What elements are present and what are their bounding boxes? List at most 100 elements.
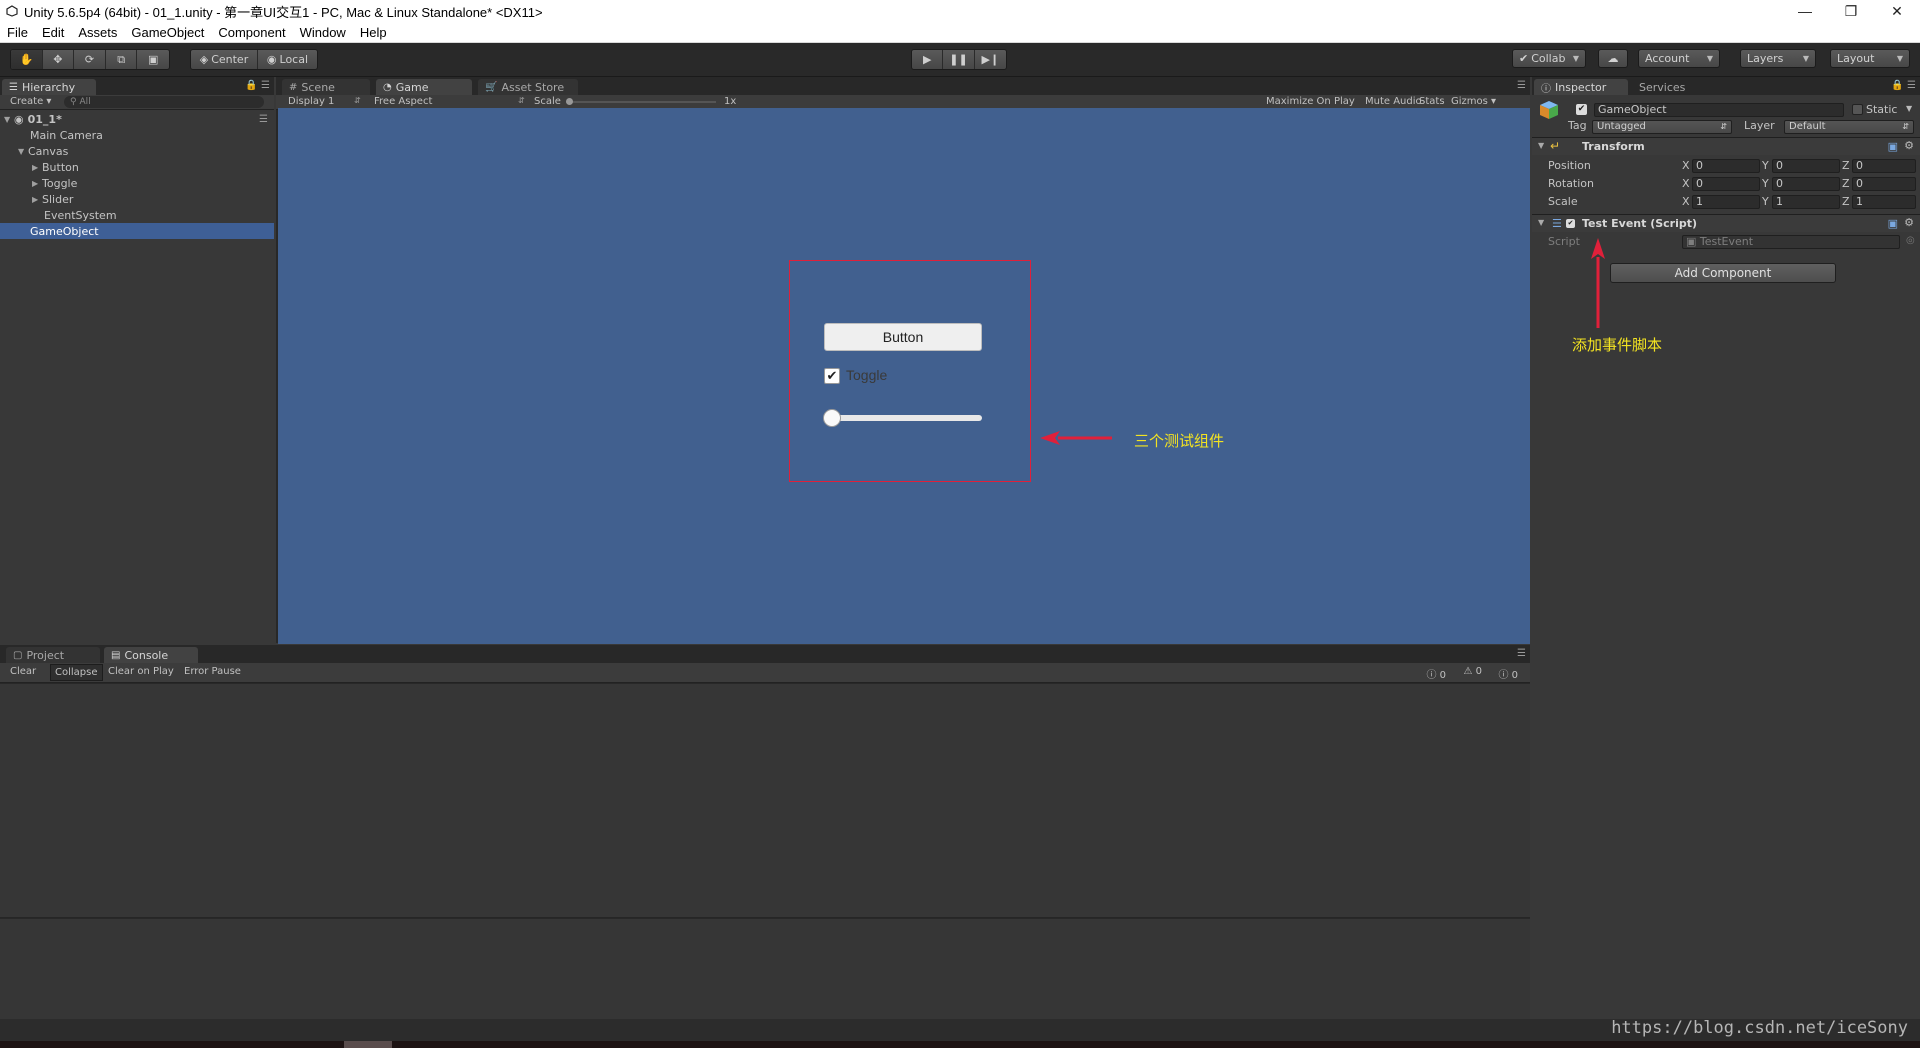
tab-game[interactable]: ◔ Game	[376, 79, 472, 95]
panel-menu-icon[interactable]: 🔒 ☰	[1891, 80, 1916, 91]
console-log-list[interactable]	[0, 684, 1530, 918]
clear-button[interactable]: Clear	[6, 666, 40, 677]
hierarchy-item-toggle[interactable]: ▶ Toggle	[0, 175, 274, 191]
scale-slider-handle[interactable]	[566, 98, 573, 105]
aspect-dropdown[interactable]: Free Aspect	[374, 96, 432, 107]
rotate-tool-icon[interactable]: ⟳	[74, 50, 106, 69]
position-y-input[interactable]: 0	[1772, 159, 1840, 173]
menu-component[interactable]: Component	[211, 25, 292, 40]
scene-row[interactable]: ▼ ◉ 01_1* ☰	[0, 111, 274, 127]
script-field[interactable]: ▣ TestEvent	[1682, 235, 1900, 249]
hierarchy-search-input[interactable]: ⚲ All	[64, 96, 264, 108]
tab-hierarchy[interactable]: ☰ Hierarchy	[2, 79, 96, 95]
cloud-icon[interactable]: ☁	[1598, 49, 1628, 68]
hierarchy-item-slider[interactable]: ▶ Slider	[0, 191, 274, 207]
expand-icon[interactable]: ▼	[18, 147, 28, 156]
collapse-icon[interactable]: ▶	[32, 179, 42, 188]
game-toggle-label[interactable]: Toggle	[846, 367, 887, 383]
collapse-icon[interactable]: ▶	[32, 195, 42, 204]
scale-y-input[interactable]: 1	[1772, 195, 1840, 209]
tab-asset-store[interactable]: 🛒 Asset Store	[478, 79, 578, 95]
warning-count-toggle[interactable]: ⚠ 0	[1463, 666, 1482, 677]
rect-tool-icon[interactable]: ▣	[137, 50, 169, 69]
game-slider-track[interactable]	[826, 415, 982, 421]
scale-z-input[interactable]: 1	[1852, 195, 1916, 209]
test-event-header[interactable]: ▼ ☰ ✔ Test Event (Script) ▣ ⚙	[1532, 214, 1920, 232]
rotation-z-input[interactable]: 0	[1852, 177, 1916, 191]
maximize-on-play-toggle[interactable]: Maximize On Play	[1266, 96, 1355, 107]
help-book-icon[interactable]: ▣	[1888, 217, 1898, 230]
menu-window[interactable]: Window	[293, 25, 353, 40]
rotation-y-input[interactable]: 0	[1772, 177, 1840, 191]
panel-menu-icon[interactable]: 🔒 ☰	[245, 80, 270, 91]
tab-inspector[interactable]: ⓘ Inspector	[1534, 79, 1628, 95]
add-component-button[interactable]: Add Component	[1610, 263, 1836, 283]
account-dropdown[interactable]: Account ▼	[1638, 49, 1720, 68]
help-book-icon[interactable]: ▣	[1888, 140, 1898, 153]
pivot-center-button[interactable]: ◈ Center	[191, 50, 258, 69]
panel-menu-icon[interactable]: ☰	[1517, 80, 1526, 91]
scale-x-input[interactable]: 1	[1692, 195, 1760, 209]
position-x-input[interactable]: 0	[1692, 159, 1760, 173]
expand-icon[interactable]: ▼	[4, 115, 14, 124]
game-button[interactable]: Button	[824, 323, 982, 351]
tab-project[interactable]: ▢ Project	[6, 647, 100, 663]
hierarchy-item-button[interactable]: ▶ Button	[0, 159, 274, 175]
layer-dropdown[interactable]: Default ⇵	[1784, 120, 1914, 134]
panel-menu-icon[interactable]: ☰	[1517, 648, 1526, 659]
tab-scene[interactable]: # Scene	[282, 79, 370, 95]
create-dropdown[interactable]: Create ▾	[10, 96, 51, 107]
enabled-checkbox[interactable]: ✔	[1566, 219, 1575, 228]
display-dropdown[interactable]: Display 1	[288, 96, 334, 107]
static-chevron-icon[interactable]: ▼	[1906, 104, 1912, 113]
game-toggle-checkbox[interactable]: ✔	[824, 368, 840, 384]
mute-audio-toggle[interactable]: Mute Audio	[1365, 96, 1422, 107]
scene-menu-icon[interactable]: ☰	[259, 114, 268, 125]
hierarchy-item-canvas[interactable]: ▼ Canvas	[0, 143, 274, 159]
tag-dropdown[interactable]: Untagged ⇵	[1592, 120, 1732, 134]
error-count-toggle[interactable]: ⓘ 0	[1498, 666, 1518, 681]
rotation-x-input[interactable]: 0	[1692, 177, 1760, 191]
active-checkbox[interactable]: ✔	[1576, 104, 1587, 115]
hand-tool-icon[interactable]: ✋	[11, 50, 43, 69]
menu-file[interactable]: File	[0, 25, 35, 40]
position-z-input[interactable]: 0	[1852, 159, 1916, 173]
collab-dropdown[interactable]: ✔ Collab ▼	[1512, 49, 1586, 68]
hierarchy-item-eventsystem[interactable]: EventSystem	[0, 207, 274, 223]
restore-button[interactable]: ❐	[1828, 0, 1874, 22]
scale-tool-icon[interactable]: ⧉	[106, 50, 138, 69]
stats-toggle[interactable]: Stats	[1419, 96, 1445, 107]
layout-dropdown[interactable]: Layout ▼	[1830, 49, 1910, 68]
minimize-button[interactable]: —	[1782, 0, 1828, 22]
expand-icon[interactable]: ▼	[1538, 141, 1544, 150]
hierarchy-item-main-camera[interactable]: Main Camera	[0, 127, 274, 143]
info-count-toggle[interactable]: ⓘ 0	[1426, 666, 1446, 681]
step-icon[interactable]: ▶❙	[975, 50, 1006, 69]
collapse-icon[interactable]: ▶	[32, 163, 42, 172]
layers-dropdown[interactable]: Layers ▼	[1740, 49, 1816, 68]
error-pause-button[interactable]: Error Pause	[180, 666, 245, 677]
gear-icon[interactable]: ⚙	[1904, 139, 1914, 152]
gear-icon[interactable]: ⚙	[1904, 216, 1914, 229]
pivot-local-button[interactable]: ◉ Local	[258, 50, 317, 69]
tab-services[interactable]: Services	[1632, 79, 1712, 95]
clear-on-play-button[interactable]: Clear on Play	[104, 666, 178, 677]
gizmos-dropdown[interactable]: Gizmos ▾	[1451, 96, 1496, 107]
pause-icon[interactable]: ❚❚	[943, 50, 975, 69]
object-name-input[interactable]: GameObject	[1594, 103, 1844, 117]
close-button[interactable]: ✕	[1874, 0, 1920, 22]
console-detail-view[interactable]	[0, 919, 1530, 1019]
expand-icon[interactable]: ▼	[1538, 218, 1544, 227]
transform-header[interactable]: ▼ ↵ Transform ▣ ⚙	[1532, 137, 1920, 155]
menu-assets[interactable]: Assets	[71, 25, 124, 40]
move-tool-icon[interactable]: ✥	[43, 50, 75, 69]
taskbar-item[interactable]	[344, 1041, 392, 1048]
play-icon[interactable]: ▶	[912, 50, 944, 69]
menu-help[interactable]: Help	[353, 25, 394, 40]
scale-slider[interactable]	[566, 101, 716, 103]
menu-gameobject[interactable]: GameObject	[124, 25, 211, 40]
object-picker-icon[interactable]: ◎	[1906, 235, 1915, 246]
collapse-button[interactable]: Collapse	[50, 664, 103, 681]
static-checkbox[interactable]	[1852, 104, 1863, 115]
tab-console[interactable]: ▤ Console	[104, 647, 198, 663]
